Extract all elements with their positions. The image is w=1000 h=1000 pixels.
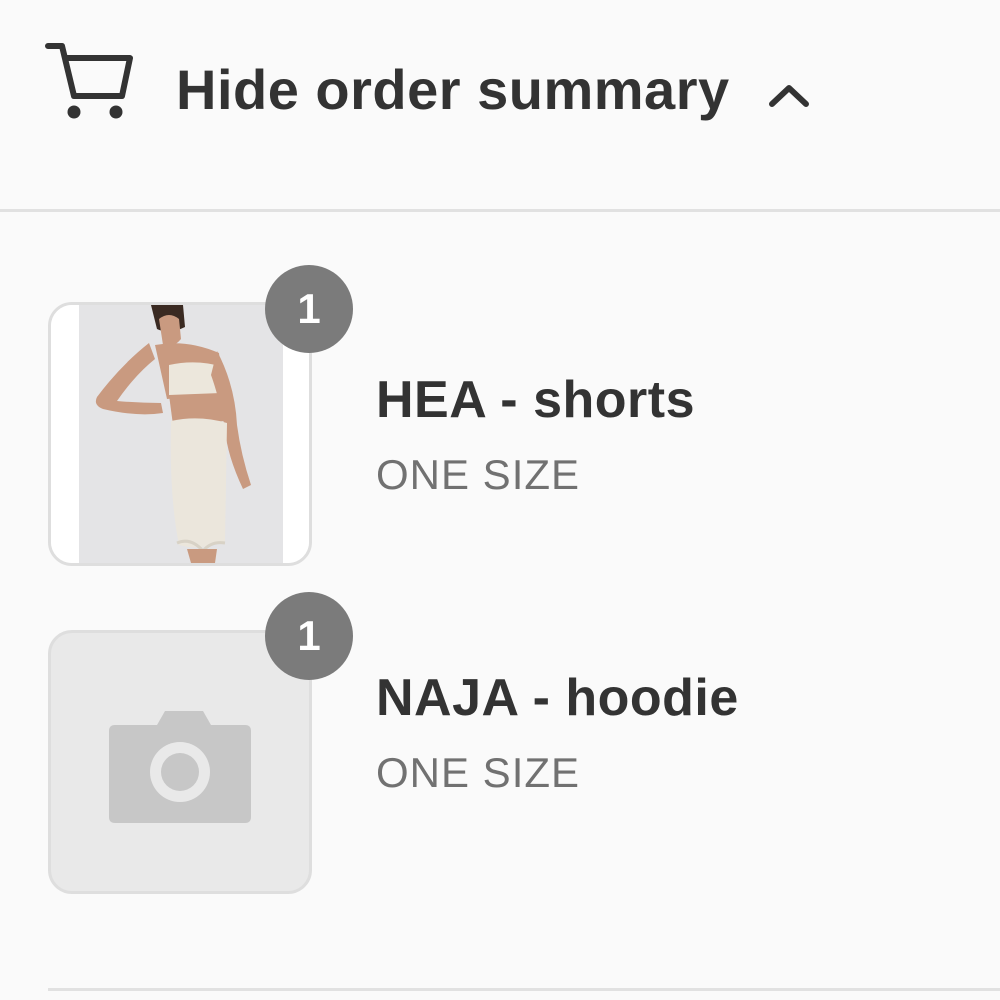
- product-name: NAJA - hoodie: [376, 669, 739, 727]
- quantity-badge: 1: [265, 592, 353, 680]
- camera-placeholder-icon: [109, 711, 251, 823]
- product-variant: ONE SIZE: [376, 749, 581, 796]
- line-item: 1 NAJA - hoodie ONE SIZE: [0, 0, 1000, 894]
- product-thumbnail: [48, 302, 312, 566]
- divider: [48, 988, 1000, 991]
- product-name: HEA - shorts: [376, 371, 695, 429]
- order-summary-page: Hide order summary 1 HEA - shorts ONE SI…: [0, 0, 1000, 1000]
- product-thumbnail: [48, 630, 312, 894]
- product-photo: [51, 305, 309, 563]
- product-variant: ONE SIZE: [376, 451, 581, 498]
